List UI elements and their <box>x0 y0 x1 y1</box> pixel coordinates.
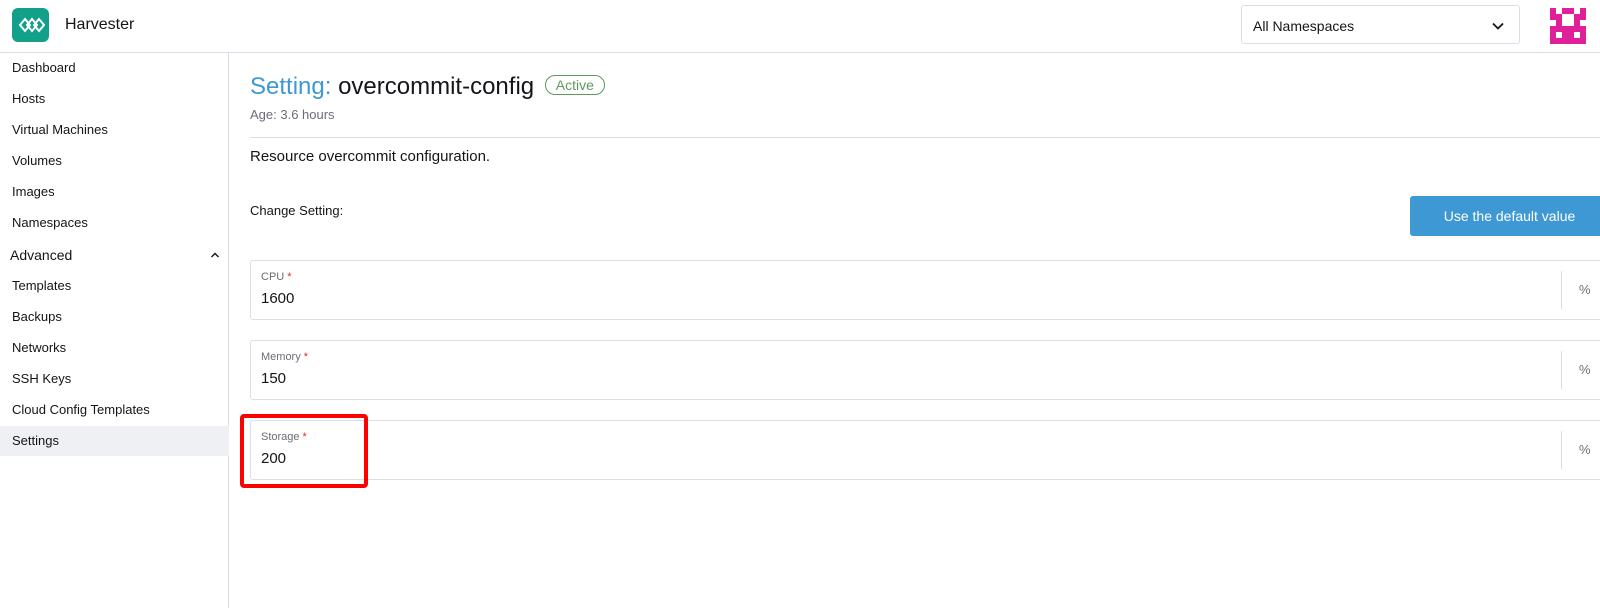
sidebar-group-advanced[interactable]: Advanced <box>0 240 229 270</box>
cpu-label: CPU * <box>261 271 292 283</box>
suffix-divider <box>1561 351 1562 389</box>
sidebar-item-dashboard[interactable]: Dashboard <box>0 53 229 83</box>
page-title: Setting: overcommit-config Active <box>250 73 605 101</box>
memory-label-text: Memory <box>261 351 301 363</box>
chevron-down-icon <box>1492 22 1504 30</box>
sidebar-item-networks[interactable]: Networks <box>0 333 229 363</box>
main-content: Setting: overcommit-config Active Age: 3… <box>229 53 1600 608</box>
page-title-name: overcommit-config <box>338 73 535 100</box>
suffix-divider <box>1561 431 1562 469</box>
storage-suffix: % <box>1579 442 1591 457</box>
app-name: Harvester <box>65 16 135 33</box>
sidebar-item-virtual-machines[interactable]: Virtual Machines <box>0 115 229 145</box>
cpu-suffix: % <box>1579 282 1591 297</box>
user-avatar-icon[interactable] <box>1550 8 1586 44</box>
namespace-select[interactable]: All Namespaces <box>1241 5 1520 44</box>
harvester-logo-icon[interactable] <box>12 8 49 42</box>
highlight-box <box>240 414 368 488</box>
sidebar-item-ssh-keys[interactable]: SSH Keys <box>0 364 229 394</box>
sidebar-item-settings[interactable]: Settings <box>0 426 229 456</box>
memory-label: Memory * <box>261 351 308 363</box>
setting-description: Resource overcommit configuration. <box>250 148 491 165</box>
suffix-divider <box>1561 271 1562 309</box>
cpu-field[interactable]: CPU* % <box>250 260 1600 320</box>
status-badge: Active <box>544 75 605 95</box>
use-default-value-button[interactable]: Use the default value <box>1410 196 1600 236</box>
chevron-up-icon <box>211 252 219 258</box>
namespace-select-value: All Namespaces <box>1253 18 1355 34</box>
sidebar-item-templates[interactable]: Templates <box>0 271 229 301</box>
sidebar-item-images[interactable]: Images <box>0 177 229 207</box>
cpu-label-text: CPU <box>261 271 285 283</box>
sidebar-item-volumes[interactable]: Volumes <box>0 146 229 176</box>
required-marker: * <box>303 351 309 363</box>
age-text: Age: 3.6 hours <box>250 107 335 122</box>
change-setting-label: Change Setting: <box>250 203 344 218</box>
sidebar-item-namespaces[interactable]: Namespaces <box>0 208 229 238</box>
divider <box>250 137 1600 138</box>
memory-input[interactable] <box>261 370 1461 387</box>
memory-field[interactable]: Memory* % <box>250 340 1600 400</box>
cpu-input[interactable] <box>261 290 1461 307</box>
page-title-prefix[interactable]: Setting: <box>250 73 331 100</box>
storage-input[interactable] <box>261 450 1461 467</box>
sidebar: Dashboard Hosts Virtual Machines Volumes… <box>0 53 229 608</box>
top-header: Harvester All Namespaces <box>0 0 1600 53</box>
sidebar-item-backups[interactable]: Backups <box>0 302 229 332</box>
sidebar-item-cloud-config-templates[interactable]: Cloud Config Templates <box>0 395 229 425</box>
memory-suffix: % <box>1579 362 1591 377</box>
sidebar-item-hosts[interactable]: Hosts <box>0 84 229 114</box>
sidebar-group-label: Advanced <box>10 247 73 263</box>
required-marker: * <box>287 271 292 283</box>
storage-field[interactable]: Storage* % <box>250 420 1600 480</box>
